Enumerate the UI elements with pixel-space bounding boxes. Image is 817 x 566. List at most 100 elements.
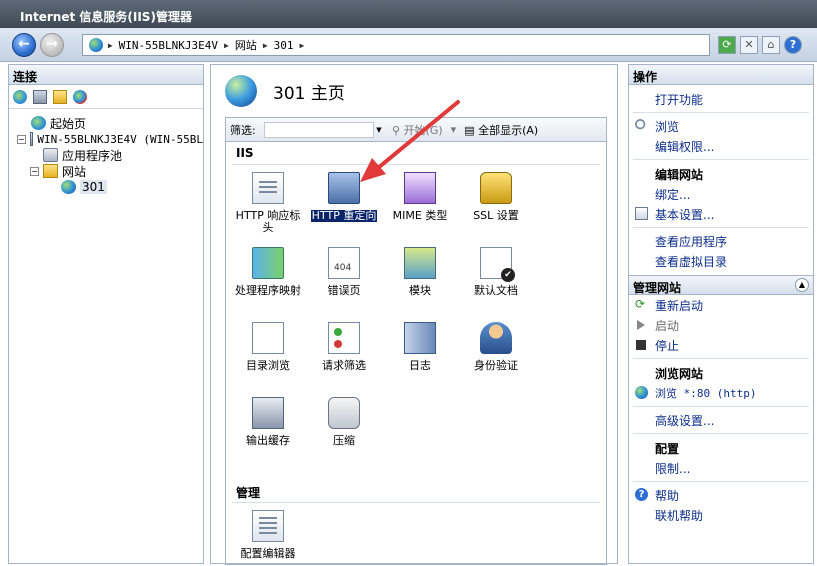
- action-label: 查看虚拟目录: [655, 254, 728, 269]
- window-title: Internet 信息服务(IIS)管理器: [0, 0, 817, 28]
- binoculars-icon: ⚲: [392, 123, 404, 137]
- feature-label: 错误页: [327, 284, 361, 297]
- feature-http-response-headers[interactable]: HTTP 响应标头: [230, 172, 306, 234]
- action-view-virtual-directories[interactable]: 查看虚拟目录: [629, 251, 813, 271]
- collapse-icon[interactable]: −: [17, 134, 26, 144]
- filter-options-icon[interactable]: ▾: [451, 123, 457, 136]
- config-icon: [252, 510, 284, 542]
- feature-label: 处理程序映射: [235, 284, 301, 297]
- page-title: 301 主页: [273, 83, 345, 104]
- action-explore[interactable]: 浏览: [629, 116, 813, 136]
- disconnect-icon[interactable]: [73, 89, 87, 104]
- feature-output-caching[interactable]: 输出缓存: [230, 397, 306, 447]
- doc-icon: [252, 172, 284, 204]
- feature-grid: IIS HTTP 响应标头 HTTP 重定向 MIME 类型 SSL 设置 处理…: [225, 141, 607, 565]
- action-online-help[interactable]: 联机帮助: [629, 505, 813, 525]
- divider: [633, 358, 809, 359]
- feature-handler-mappings[interactable]: 处理程序映射: [230, 247, 306, 297]
- start-filter-button[interactable]: ⚲ 开始(G): [392, 122, 443, 138]
- group-label: 编辑网站: [655, 167, 704, 182]
- site-globe-icon: [61, 180, 76, 194]
- breadcrumb-separator-icon: ▶: [223, 40, 229, 50]
- action-bindings[interactable]: 绑定...: [629, 184, 813, 204]
- show-all-button[interactable]: ▤ 全部显示(A): [464, 122, 538, 138]
- help-icon[interactable]: ?: [784, 36, 802, 54]
- feature-default-document[interactable]: 默认文档: [458, 247, 534, 297]
- action-browse-http[interactable]: 浏览 *:80 (http): [629, 383, 813, 403]
- section-divider: [232, 502, 600, 503]
- tree-item-site-301[interactable]: 301: [17, 179, 203, 195]
- arrows-icon: [252, 247, 284, 279]
- connect-icon[interactable]: [13, 89, 27, 104]
- action-stop[interactable]: 停止: [629, 335, 813, 355]
- action-label: 基本设置...: [655, 207, 715, 222]
- action-basic-settings[interactable]: 基本设置...: [629, 204, 813, 224]
- up-folder-icon[interactable]: [53, 89, 67, 104]
- feature-configuration-editor[interactable]: 配置编辑器: [230, 510, 306, 560]
- collapse-icon[interactable]: −: [30, 166, 39, 176]
- feature-modules[interactable]: 模块: [382, 247, 458, 297]
- group-label: 浏览网站: [655, 366, 704, 381]
- page-header: 301 主页: [211, 65, 617, 117]
- divider: [633, 481, 809, 482]
- divider: [633, 433, 809, 434]
- action-label: 帮助: [655, 488, 680, 503]
- server-icon: [29, 132, 34, 146]
- action-limits[interactable]: 限制...: [629, 458, 813, 478]
- navigation-bar: ← → ▶ WIN-55BLNKJ3E4V ▶ 网站 ▶ 301 ▶ ⟳ ✕ ⌂…: [0, 28, 817, 62]
- chevron-down-icon[interactable]: ▼: [374, 122, 384, 138]
- back-button[interactable]: ←: [12, 33, 36, 57]
- feature-http-redirect[interactable]: HTTP 重定向: [306, 172, 382, 223]
- action-label: 浏览 *:80 (http): [655, 387, 757, 400]
- group-configure: 配置: [629, 438, 813, 458]
- feature-compression[interactable]: 压缩: [306, 397, 382, 447]
- chevron-up-icon[interactable]: ▲: [795, 278, 809, 292]
- breadcrumb-server[interactable]: WIN-55BLNKJ3E4V: [119, 39, 218, 52]
- breadcrumb-separator-icon: ▶: [299, 40, 305, 50]
- tree-item-start-page[interactable]: 起始页: [17, 115, 203, 131]
- module-icon: [404, 247, 436, 279]
- action-label: 重新启动: [655, 298, 704, 313]
- connections-header: 连接: [9, 65, 203, 85]
- breadcrumb-separator-icon: ▶: [103, 40, 113, 50]
- group-browse-site: 浏览网站: [629, 363, 813, 383]
- app-pool-icon: [43, 148, 58, 162]
- feature-label: 请求筛选: [322, 359, 366, 372]
- address-bar[interactable]: ▶ WIN-55BLNKJ3E4V ▶ 网站 ▶ 301 ▶: [82, 34, 710, 56]
- tree-item-sites[interactable]: − 网站: [17, 163, 203, 179]
- breadcrumb-separator-icon: ▶: [262, 40, 268, 50]
- action-help[interactable]: ? 帮助: [629, 485, 813, 505]
- forward-arrow-icon: →: [46, 36, 58, 52]
- forward-button[interactable]: →: [40, 33, 64, 57]
- tree-item-app-pools[interactable]: 应用程序池: [17, 147, 203, 163]
- feature-directory-browsing[interactable]: 目录浏览: [230, 322, 306, 372]
- breadcrumb-site[interactable]: 301: [274, 39, 294, 52]
- breadcrumb-sites[interactable]: 网站: [235, 37, 257, 53]
- action-start[interactable]: 启动: [629, 315, 813, 335]
- feature-mime-types[interactable]: MIME 类型: [382, 172, 458, 222]
- filter-input[interactable]: [264, 121, 374, 138]
- log-icon: [404, 322, 436, 354]
- back-arrow-icon: ←: [18, 36, 30, 52]
- action-restart[interactable]: ⟳ 重新启动: [629, 295, 813, 315]
- action-view-applications[interactable]: 查看应用程序: [629, 231, 813, 251]
- tree-item-label: 网站: [62, 164, 87, 179]
- save-icon[interactable]: [33, 89, 47, 104]
- tree-item-label: 应用程序池: [62, 148, 123, 163]
- stop-icon[interactable]: ✕: [740, 36, 758, 54]
- home-icon[interactable]: ⌂: [762, 36, 780, 54]
- feature-request-filtering[interactable]: 请求筛选: [306, 322, 382, 372]
- feature-label: 目录浏览: [246, 359, 290, 372]
- manage-site-header: 管理网站 ▲: [629, 275, 813, 295]
- feature-error-pages[interactable]: 错误页: [306, 247, 382, 297]
- feature-authentication[interactable]: 身份验证: [458, 322, 534, 372]
- feature-logging[interactable]: 日志: [382, 322, 458, 372]
- action-edit-permissions[interactable]: 编辑权限...: [629, 136, 813, 156]
- action-advanced-settings[interactable]: 高级设置...: [629, 410, 813, 430]
- action-open-feature[interactable]: 打开功能: [629, 89, 813, 109]
- refresh-icon[interactable]: ⟳: [718, 36, 736, 54]
- feature-label: HTTP 响应标头: [235, 209, 301, 234]
- filter-icon: [328, 322, 360, 354]
- tree-item-server[interactable]: − WIN-55BLNKJ3E4V (WIN-55BL: [17, 131, 203, 147]
- feature-ssl-settings[interactable]: SSL 设置: [458, 172, 534, 222]
